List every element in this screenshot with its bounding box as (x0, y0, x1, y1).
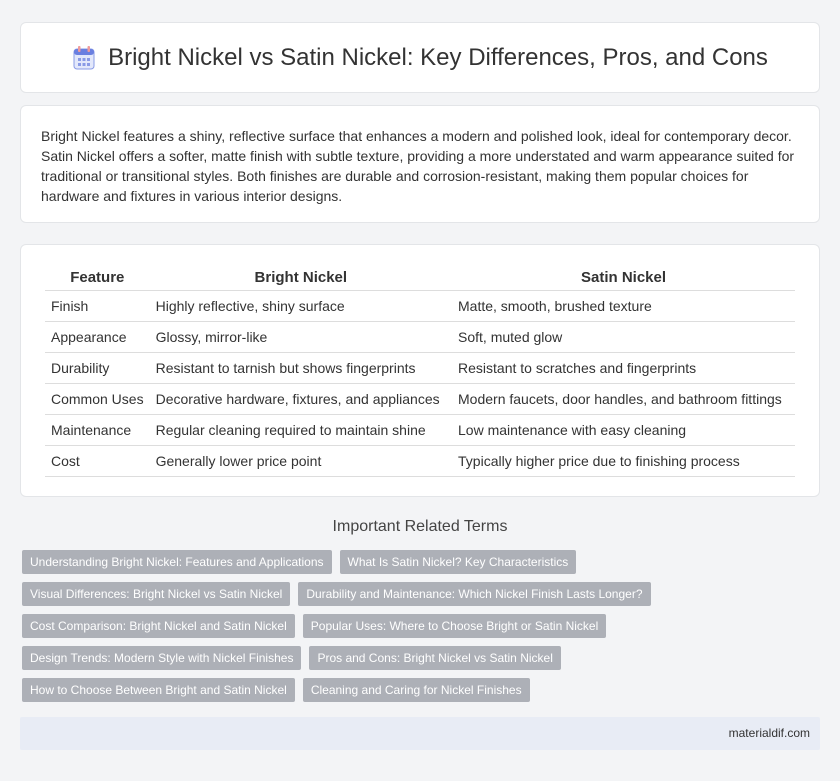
intro-paragraph: Bright Nickel features a shiny, reflecti… (41, 128, 795, 204)
table-row: Common Uses Decorative hardware, fixture… (45, 383, 795, 415)
column-header-satin-nickel: Satin Nickel (452, 265, 795, 291)
related-term-tag[interactable]: Visual Differences: Bright Nickel vs Sat… (22, 582, 291, 606)
table-cell: Highly reflective, shiny surface (149, 290, 453, 322)
table-cell: Typically higher price due to finishing … (452, 445, 795, 477)
table-cell: Common Uses (45, 383, 150, 415)
related-term-tag[interactable]: Cleaning and Caring for Nickel Finishes (302, 678, 530, 702)
related-term-tag[interactable]: Cost Comparison: Bright Nickel and Satin… (22, 614, 295, 638)
table-cell: Durability (45, 352, 150, 384)
table-cell: Resistant to scratches and fingerprints (452, 352, 795, 384)
table-cell: Soft, muted glow (452, 321, 795, 353)
related-term-tag[interactable]: Understanding Bright Nickel: Features an… (22, 550, 332, 574)
table-row: Finish Highly reflective, shiny surface … (45, 290, 795, 322)
related-term-tag[interactable]: Design Trends: Modern Style with Nickel … (22, 646, 302, 670)
related-terms-list: Understanding Bright Nickel: Features an… (22, 550, 682, 702)
related-term-tag[interactable]: Durability and Maintenance: Which Nickel… (298, 582, 651, 606)
table-cell: Maintenance (45, 414, 150, 446)
page-title: Bright Nickel vs Satin Nickel: Key Diffe… (108, 43, 768, 71)
related-term-tag[interactable]: Popular Uses: Where to Choose Bright or … (302, 614, 607, 638)
related-terms-heading: Important Related Terms (332, 518, 508, 535)
related-term-tag[interactable]: How to Choose Between Bright and Satin N… (22, 678, 295, 702)
column-header-bright-nickel: Bright Nickel (149, 265, 453, 291)
table-cell: Low maintenance with easy cleaning (452, 414, 795, 446)
calendar-icon (72, 45, 96, 71)
comparison-table-card: Feature Bright Nickel Satin Nickel Finis… (20, 244, 820, 497)
table-cell: Cost (45, 445, 150, 477)
title-wrap: Bright Nickel vs Satin Nickel: Key Diffe… (72, 44, 768, 72)
table-cell: Finish (45, 290, 150, 322)
related-term-tag[interactable]: What Is Satin Nickel? Key Characteristic… (339, 550, 577, 574)
comparison-table: Feature Bright Nickel Satin Nickel Finis… (45, 265, 795, 477)
table-row: Cost Generally lower price point Typical… (45, 445, 795, 477)
table-header-row: Feature Bright Nickel Satin Nickel (45, 265, 795, 291)
table-cell: Matte, smooth, brushed texture (452, 290, 795, 322)
header-card: Bright Nickel vs Satin Nickel: Key Diffe… (20, 22, 820, 93)
table-row: Durability Resistant to tarnish but show… (45, 352, 795, 384)
footer-site-link[interactable]: materialdif.com (729, 726, 810, 740)
table-cell: Resistant to tarnish but shows fingerpri… (149, 352, 453, 384)
table-cell: Appearance (45, 321, 150, 353)
column-header-feature: Feature (45, 265, 150, 291)
intro-card: Bright Nickel features a shiny, reflecti… (20, 105, 820, 223)
table-cell: Generally lower price point (149, 445, 453, 477)
related-term-tag[interactable]: Pros and Cons: Bright Nickel vs Satin Ni… (309, 646, 561, 670)
table-cell: Glossy, mirror-like (149, 321, 453, 353)
table-cell: Regular cleaning required to maintain sh… (149, 414, 453, 446)
table-cell: Modern faucets, door handles, and bathro… (452, 383, 795, 415)
table-row: Maintenance Regular cleaning required to… (45, 414, 795, 446)
footer-bar: materialdif.com (20, 717, 820, 750)
table-row: Appearance Glossy, mirror-like Soft, mut… (45, 321, 795, 353)
table-cell: Decorative hardware, fixtures, and appli… (149, 383, 453, 415)
